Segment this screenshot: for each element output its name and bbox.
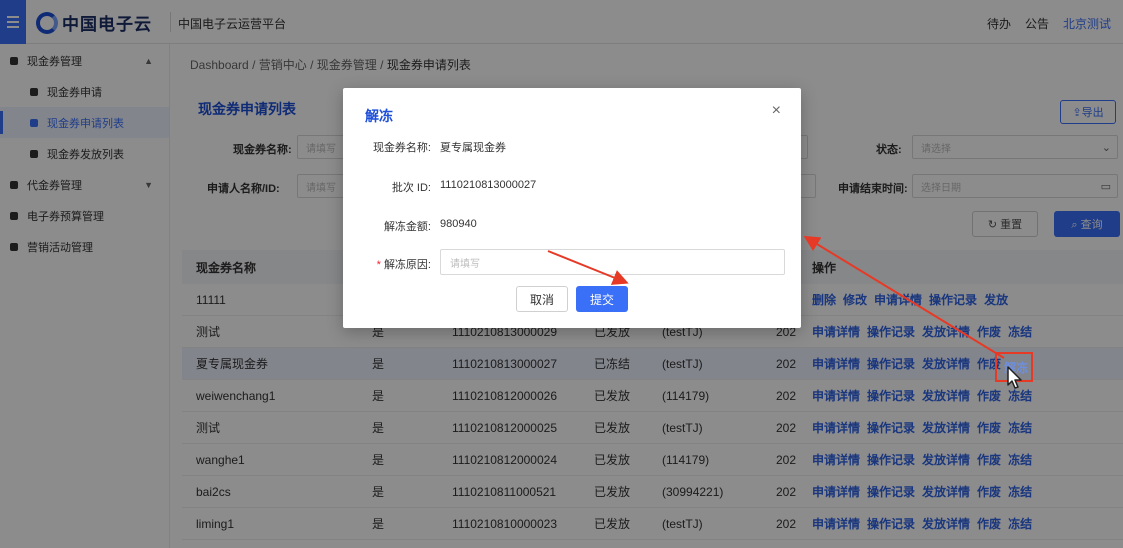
- required-mark: *: [376, 259, 381, 271]
- dialog-batch-id-value: 1110210813000027: [440, 179, 537, 191]
- cancel-button[interactable]: 取消: [516, 286, 568, 312]
- dialog-amount-label: 解冻金额:: [383, 221, 431, 233]
- unfreeze-dialog: 解冻 × 现金券名称: 夏专属现金券 批次 ID: 11102108130000…: [343, 88, 801, 328]
- dialog-title: 解冻: [365, 108, 393, 124]
- dialog-amount-value: 980940: [440, 218, 477, 230]
- submit-button[interactable]: 提交: [576, 286, 628, 312]
- dialog-coupon-name-value: 夏专属现金券: [440, 142, 506, 154]
- dialog-reason-label: * 解冻原因:: [376, 259, 431, 271]
- close-icon[interactable]: ×: [772, 102, 781, 120]
- unfreeze-reason-input[interactable]: 请填写: [440, 249, 785, 275]
- mouse-cursor-icon: [1007, 366, 1022, 389]
- dialog-batch-id-label: 批次 ID:: [391, 182, 431, 194]
- dialog-coupon-name-label: 现金券名称:: [372, 142, 431, 154]
